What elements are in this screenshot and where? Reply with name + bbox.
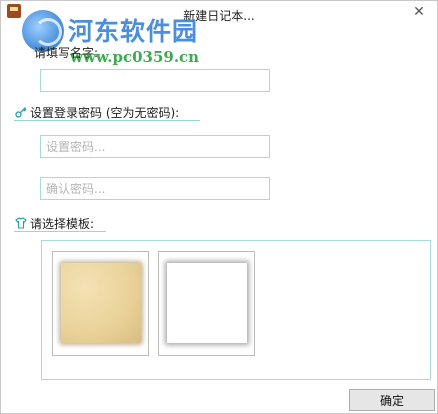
paper-template-preview — [61, 263, 141, 343]
confirm-password-input[interactable] — [40, 177, 270, 200]
shirt-icon — [15, 217, 27, 229]
window-title: 新建日记本... — [183, 9, 255, 23]
password-section-underline — [14, 120, 200, 121]
close-button[interactable]: ✕ — [410, 3, 428, 21]
template-section-underline — [14, 231, 106, 232]
template-section-label: 请选择模板: — [30, 217, 95, 231]
password-section-label: 设置登录密码 (空为无密码): — [30, 106, 180, 120]
watermark-site-name: 河东软件园 — [68, 17, 199, 46]
confirm-button[interactable]: 确定 — [349, 389, 435, 411]
password-input[interactable] — [40, 135, 270, 158]
blank-template-preview — [167, 263, 247, 343]
name-input[interactable] — [40, 69, 270, 92]
name-label: 请填写名字: — [34, 46, 99, 60]
template-list — [41, 240, 431, 380]
key-icon — [15, 107, 27, 118]
template-blank-option[interactable] — [158, 251, 255, 356]
template-paper-option[interactable] — [52, 251, 149, 356]
